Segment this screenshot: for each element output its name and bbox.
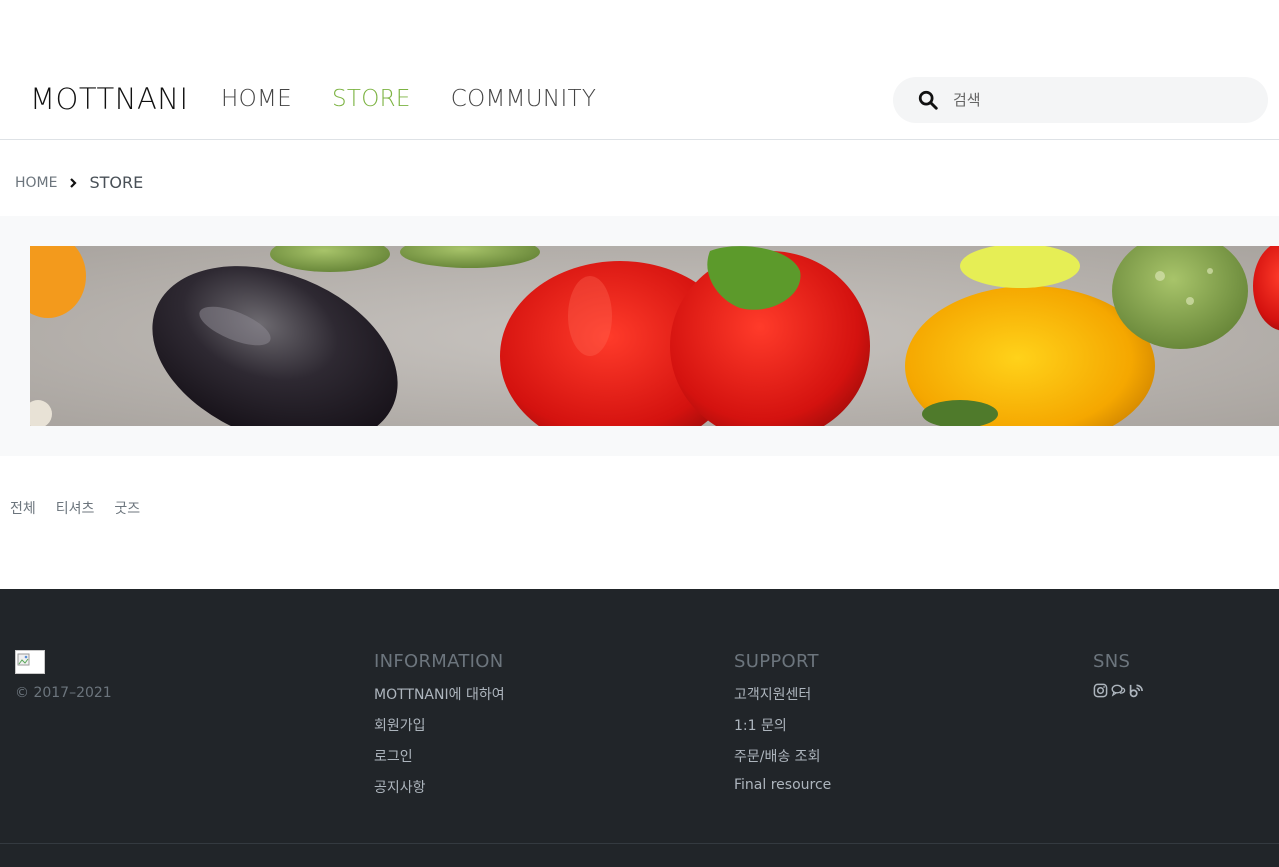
footer-link-login[interactable]: 로그인	[374, 746, 505, 777]
instagram-icon[interactable]	[1093, 683, 1108, 698]
footer-information: INFORMATION MOTTNANI에 대하여 회원가입 로그인 공지사항	[374, 651, 505, 808]
main-nav: HOME STORE COMMUNITY	[221, 86, 596, 112]
search-bar	[893, 77, 1268, 123]
vegetables-image	[30, 246, 1279, 426]
chat-icon[interactable]	[1111, 683, 1126, 698]
breadcrumb-home[interactable]: HOME	[15, 175, 57, 191]
search-input[interactable]	[953, 91, 1243, 109]
footer-support: SUPPORT 고객지원센터 1:1 문의 주문/배송 조회 Final res…	[734, 651, 831, 808]
category-all[interactable]: 전체	[10, 498, 36, 518]
footer-link-order-tracking[interactable]: 주문/배송 조회	[734, 746, 831, 777]
brand-logo[interactable]: MOTTNANI	[30, 82, 189, 116]
category-tabs: 전체 티셔츠 굿즈	[10, 498, 140, 518]
footer-link-notice[interactable]: 공지사항	[374, 777, 505, 808]
search-icon[interactable]	[917, 89, 939, 111]
sns-icons	[1093, 683, 1144, 698]
footer-link-about[interactable]: MOTTNANI에 대하여	[374, 684, 505, 715]
footer-logo-image	[15, 650, 45, 674]
footer-link-help-center[interactable]: 고객지원센터	[734, 684, 831, 715]
banner-image	[30, 246, 1279, 426]
footer-sns: SNS	[1093, 651, 1144, 698]
nav-community[interactable]: COMMUNITY	[451, 86, 596, 112]
broken-image-icon	[17, 653, 30, 666]
footer-link-final-resource[interactable]: Final resource	[734, 777, 831, 808]
site-footer: © 2017–2021 INFORMATION MOTTNANI에 대하여 회원…	[0, 589, 1279, 867]
footer-link-inquiry[interactable]: 1:1 문의	[734, 715, 831, 746]
breadcrumb: HOME STORE	[15, 173, 143, 192]
footer-link-signup[interactable]: 회원가입	[374, 715, 505, 746]
banner-section	[0, 216, 1279, 456]
site-header: MOTTNANI HOME STORE COMMUNITY	[0, 0, 1279, 140]
breadcrumb-current: STORE	[89, 173, 144, 192]
footer-sns-title: SNS	[1093, 651, 1131, 672]
chevron-right-icon	[70, 177, 78, 188]
footer-information-title: INFORMATION	[374, 651, 504, 672]
nav-home[interactable]: HOME	[221, 86, 292, 112]
blog-icon[interactable]	[1129, 683, 1144, 698]
category-goods[interactable]: 굿즈	[114, 498, 140, 518]
category-tshirts[interactable]: 티셔츠	[56, 498, 95, 518]
copyright-text: © 2017–2021	[15, 685, 112, 701]
footer-divider	[0, 843, 1279, 844]
footer-support-title: SUPPORT	[734, 651, 819, 672]
nav-store[interactable]: STORE	[332, 86, 411, 112]
